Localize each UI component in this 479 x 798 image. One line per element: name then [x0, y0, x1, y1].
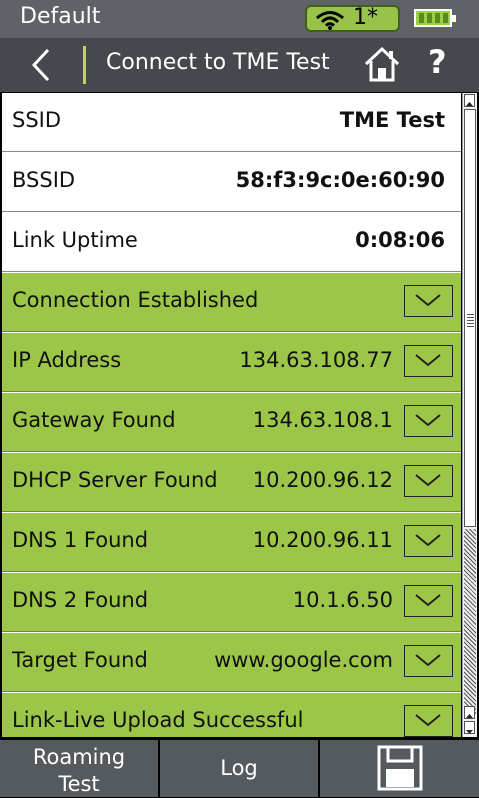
- info-value: 0:08:06: [355, 228, 445, 252]
- bottom-action-bar: Roaming Test Log: [0, 738, 479, 797]
- info-label: SSID: [12, 108, 62, 132]
- home-icon[interactable]: [362, 44, 402, 84]
- scrollbar[interactable]: [462, 93, 477, 737]
- scroll-track-area[interactable]: [464, 529, 476, 715]
- help-icon[interactable]: ?: [428, 43, 447, 81]
- status-bar: Default 1*: [0, 0, 479, 38]
- expand-button[interactable]: [404, 465, 453, 497]
- wifi-icon: [316, 11, 344, 30]
- profile-name: Default: [20, 4, 101, 29]
- step-label: Target Found: [12, 648, 148, 672]
- expand-button[interactable]: [404, 345, 453, 377]
- info-row-link-uptime: Link Uptime 0:08:06: [2, 213, 461, 272]
- step-value: 10.200.96.12: [252, 468, 393, 492]
- arrow-down-icon: [466, 730, 473, 734]
- info-value: TME Test: [339, 108, 445, 132]
- step-label: Connection Established: [12, 288, 259, 312]
- page-title: Connect to TME Test: [106, 50, 330, 75]
- info-row-bssid: BSSID 58:f3:9c:0e:60:90: [2, 153, 461, 212]
- expand-button[interactable]: [404, 525, 453, 557]
- scroll-down-button[interactable]: [464, 721, 475, 734]
- step-label: Link-Live Upload Successful: [12, 708, 304, 732]
- log-button[interactable]: Log: [160, 740, 318, 797]
- scroll-thumb[interactable]: [464, 109, 476, 527]
- step-row-dns2-found[interactable]: DNS 2 Found 10.1.6.50: [2, 573, 461, 632]
- expand-button[interactable]: [404, 585, 453, 617]
- grip-icon: [467, 314, 474, 328]
- chevron-down-icon: [415, 294, 441, 307]
- step-row-dhcp-server-found[interactable]: DHCP Server Found 10.200.96.12: [2, 453, 461, 512]
- step-row-dns1-found[interactable]: DNS 1 Found 10.200.96.11: [2, 513, 461, 572]
- expand-button[interactable]: [404, 405, 453, 437]
- back-chevron-icon[interactable]: [26, 48, 60, 82]
- chevron-down-icon: [415, 594, 441, 607]
- chevron-down-icon: [415, 654, 441, 667]
- save-icon: [377, 745, 422, 791]
- info-value: 58:f3:9c:0e:60:90: [235, 168, 445, 192]
- step-label: Gateway Found: [12, 408, 176, 432]
- expand-button[interactable]: [404, 645, 453, 677]
- step-value: 10.200.96.11: [252, 528, 393, 552]
- roaming-label-line2: Test: [58, 772, 100, 796]
- roaming-label-line1: Roaming: [32, 745, 126, 769]
- step-value: www.google.com: [214, 648, 393, 672]
- step-label: DNS 2 Found: [12, 588, 149, 612]
- wifi-status-badge[interactable]: 1*: [305, 5, 400, 32]
- step-row-connection-established[interactable]: Connection Established: [2, 273, 461, 332]
- chevron-down-icon: [415, 354, 441, 367]
- step-label: DHCP Server Found: [12, 468, 218, 492]
- expand-button[interactable]: [404, 285, 453, 317]
- wifi-count: 1*: [353, 5, 378, 30]
- step-row-target-found[interactable]: Target Found www.google.com: [2, 633, 461, 692]
- expand-button[interactable]: [404, 705, 453, 737]
- scroll-up-button-2[interactable]: [464, 706, 475, 719]
- step-value: 134.63.108.1: [252, 408, 393, 432]
- step-label: IP Address: [12, 348, 122, 372]
- step-row-gateway-found[interactable]: Gateway Found 134.63.108.1: [2, 393, 461, 452]
- roaming-test-button[interactable]: Roaming Test: [0, 740, 158, 797]
- info-label: BSSID: [12, 168, 76, 192]
- header-bar: Connect to TME Test ?: [0, 38, 479, 92]
- battery-icon: [414, 9, 456, 27]
- step-label: DNS 1 Found: [12, 528, 149, 552]
- step-value: 10.1.6.50: [292, 588, 393, 612]
- step-row-link-live-upload[interactable]: Link-Live Upload Successful: [2, 693, 461, 737]
- header-divider: [83, 46, 86, 84]
- step-row-ip-address[interactable]: IP Address 134.63.108.77: [2, 333, 461, 392]
- save-button[interactable]: [320, 740, 479, 797]
- chevron-down-icon: [415, 474, 441, 487]
- info-row-ssid: SSID TME Test: [2, 93, 461, 152]
- connection-details-list: SSID TME Test BSSID 58:f3:9c:0e:60:90 Li…: [2, 93, 461, 737]
- chevron-down-icon: [415, 414, 441, 427]
- log-label: Log: [220, 756, 258, 780]
- step-value: 134.63.108.77: [239, 348, 393, 372]
- scroll-up-button[interactable]: [464, 94, 475, 107]
- chevron-down-icon: [415, 714, 441, 727]
- chevron-down-icon: [415, 534, 441, 547]
- info-label: Link Uptime: [12, 228, 138, 252]
